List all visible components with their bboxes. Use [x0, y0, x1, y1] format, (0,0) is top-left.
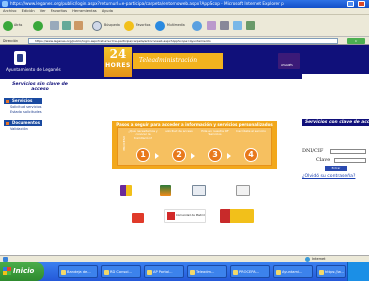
browser-toolbar: Atrás Búsqueda Favoritos Multimedia: [0, 15, 369, 37]
step-number-1[interactable]: 1: [136, 148, 150, 162]
media-icon[interactable]: [155, 21, 165, 31]
print-icon[interactable]: [220, 21, 229, 30]
hores-word: HORES: [105, 62, 131, 69]
taskbar-item[interactable]: Teleadm...: [187, 265, 227, 278]
menu-archivo[interactable]: Archivo: [3, 9, 16, 13]
step-number-4[interactable]: 4: [244, 148, 258, 162]
stop-icon[interactable]: [50, 21, 59, 30]
menu-favoritos[interactable]: Favoritos: [51, 9, 67, 13]
taskbar-item[interactable]: Bandeja de...: [58, 265, 98, 278]
mail-icon[interactable]: [207, 21, 216, 30]
ayuntamiento-name: Ayuntamiento de Leganés: [6, 67, 61, 72]
ayuntamiento-logo[interactable]: [14, 51, 26, 65]
partner-logo-1[interactable]: [120, 185, 132, 196]
teleadministracion-banner: Teleadministración: [133, 53, 223, 69]
refresh-icon[interactable]: [62, 21, 71, 30]
address-label: Dirección: [3, 39, 18, 43]
menu-herramientas[interactable]: Herramientas: [72, 9, 96, 13]
forgot-password-link[interactable]: ¿Olvidó su contraseña?: [302, 174, 355, 179]
link-validacion[interactable]: Validación: [10, 127, 28, 131]
link-estado-solicitudes[interactable]: Estado solicitudes: [10, 110, 42, 114]
search-label[interactable]: Búsqueda: [104, 23, 120, 27]
partner-logo-5[interactable]: [132, 213, 144, 223]
status-bar: Internet: [0, 255, 369, 262]
clave-input[interactable]: [334, 158, 366, 163]
step-text-4: Inscríbete al servicio: [236, 129, 266, 133]
arrow-icon: [191, 153, 195, 159]
go-button[interactable]: Ir: [347, 38, 365, 44]
menu-bar: Archivo Edición Ver Favoritos Herramient…: [0, 8, 369, 15]
minimize-button[interactable]: [347, 1, 354, 7]
step-number-3[interactable]: 3: [208, 148, 222, 162]
comunidad-madrid-logo[interactable]: Comunidad de Madrid: [164, 209, 206, 223]
comunidad-madrid-text: Comunidad de Madrid: [176, 214, 205, 217]
step-text-2: solicitud de acceso: [165, 129, 193, 133]
edit-icon[interactable]: [233, 21, 242, 30]
clave-label: Clave: [316, 157, 331, 163]
taskbar-item[interactable]: PROCEPA...: [230, 265, 270, 278]
gobierno-espana-logo[interactable]: [220, 209, 254, 223]
ie-icon: [2, 1, 8, 7]
login-panel: Servicios con clave de acceso: [302, 74, 369, 129]
favorites-label[interactable]: Favoritos: [136, 23, 150, 27]
address-bar: Dirección https://www.leganes.org/public…: [0, 37, 369, 45]
section-documentos[interactable]: Documentos: [4, 120, 42, 126]
steps-grid: PROCESO ¿Qué necesitamos y conocer la tr…: [117, 127, 272, 166]
dni-input[interactable]: [330, 149, 366, 154]
partner-logo-4[interactable]: [236, 185, 250, 196]
messenger-icon[interactable]: [246, 21, 255, 30]
proceso-label: PROCESO: [122, 136, 126, 151]
forward-arrow-icon[interactable]: [33, 21, 43, 31]
partner-logo-2[interactable]: [160, 185, 171, 196]
arrow-icon: [155, 153, 159, 159]
favorites-star-icon[interactable]: [124, 21, 134, 31]
dni-label: DNI/CIF: [302, 148, 324, 154]
page-content: Ayuntamiento de Leganés 24 HORES Teleadm…: [0, 45, 369, 275]
hores-number: 24: [109, 47, 127, 61]
steps-panel: Pasos a seguir para acceder a informació…: [112, 121, 277, 169]
address-input[interactable]: https://www.leganes.org/public/login.asp…: [28, 38, 338, 44]
24-hores-logo: 24 HORES: [104, 47, 132, 77]
step-number-2[interactable]: 2: [172, 148, 186, 162]
media-label[interactable]: Multimedia: [167, 23, 185, 27]
back-label[interactable]: Atrás: [14, 23, 22, 27]
taskbar-item[interactable]: AP Portal...: [144, 265, 184, 278]
taskbar-item[interactable]: Ayuntami...: [273, 265, 313, 278]
sidebar-title: Servicios sin clave de acceso: [12, 82, 68, 93]
window-title: https://www.leganes.org/public/login.asp…: [10, 1, 284, 6]
section-servicios[interactable]: Servicios: [4, 98, 42, 104]
taskbar-item[interactable]: https://w...: [316, 265, 346, 278]
menu-ver[interactable]: Ver: [40, 9, 46, 13]
partner-logo-3[interactable]: [192, 185, 206, 196]
login-title: Servicios con clave de acceso: [302, 119, 369, 126]
login-submit-button[interactable]: Entrar: [325, 166, 347, 171]
search-icon[interactable]: [92, 21, 102, 31]
menu-ayuda[interactable]: Ayuda: [102, 9, 113, 13]
arrow-icon: [227, 153, 231, 159]
taskbar: Inicio Bandeja de... RD Consol... AP Por…: [0, 262, 369, 281]
sidebar: Servicios sin clave de acceso Servicios …: [0, 79, 78, 255]
start-button[interactable]: Inicio: [0, 262, 44, 281]
system-tray[interactable]: [347, 262, 369, 281]
step-text-1: ¿Qué necesitamos y conocer la tramitació…: [128, 129, 158, 140]
history-icon[interactable]: [192, 21, 202, 31]
leganes-logo: LEGANÉS: [278, 53, 300, 69]
menu-edicion[interactable]: Edición: [22, 9, 35, 13]
taskbar-item[interactable]: RD Consol...: [101, 265, 141, 278]
teleadministracion-title: Teleadministración: [139, 57, 198, 64]
home-icon[interactable]: [74, 21, 83, 30]
back-arrow-icon[interactable]: [3, 21, 13, 31]
link-solicitud-servicios[interactable]: Solicitud servicios: [10, 105, 41, 109]
close-button[interactable]: [358, 1, 365, 7]
step-text-3: Pide en nuestra OF Servicios: [201, 129, 229, 137]
window-title-bar: https://www.leganes.org/public/login.asp…: [0, 0, 369, 8]
